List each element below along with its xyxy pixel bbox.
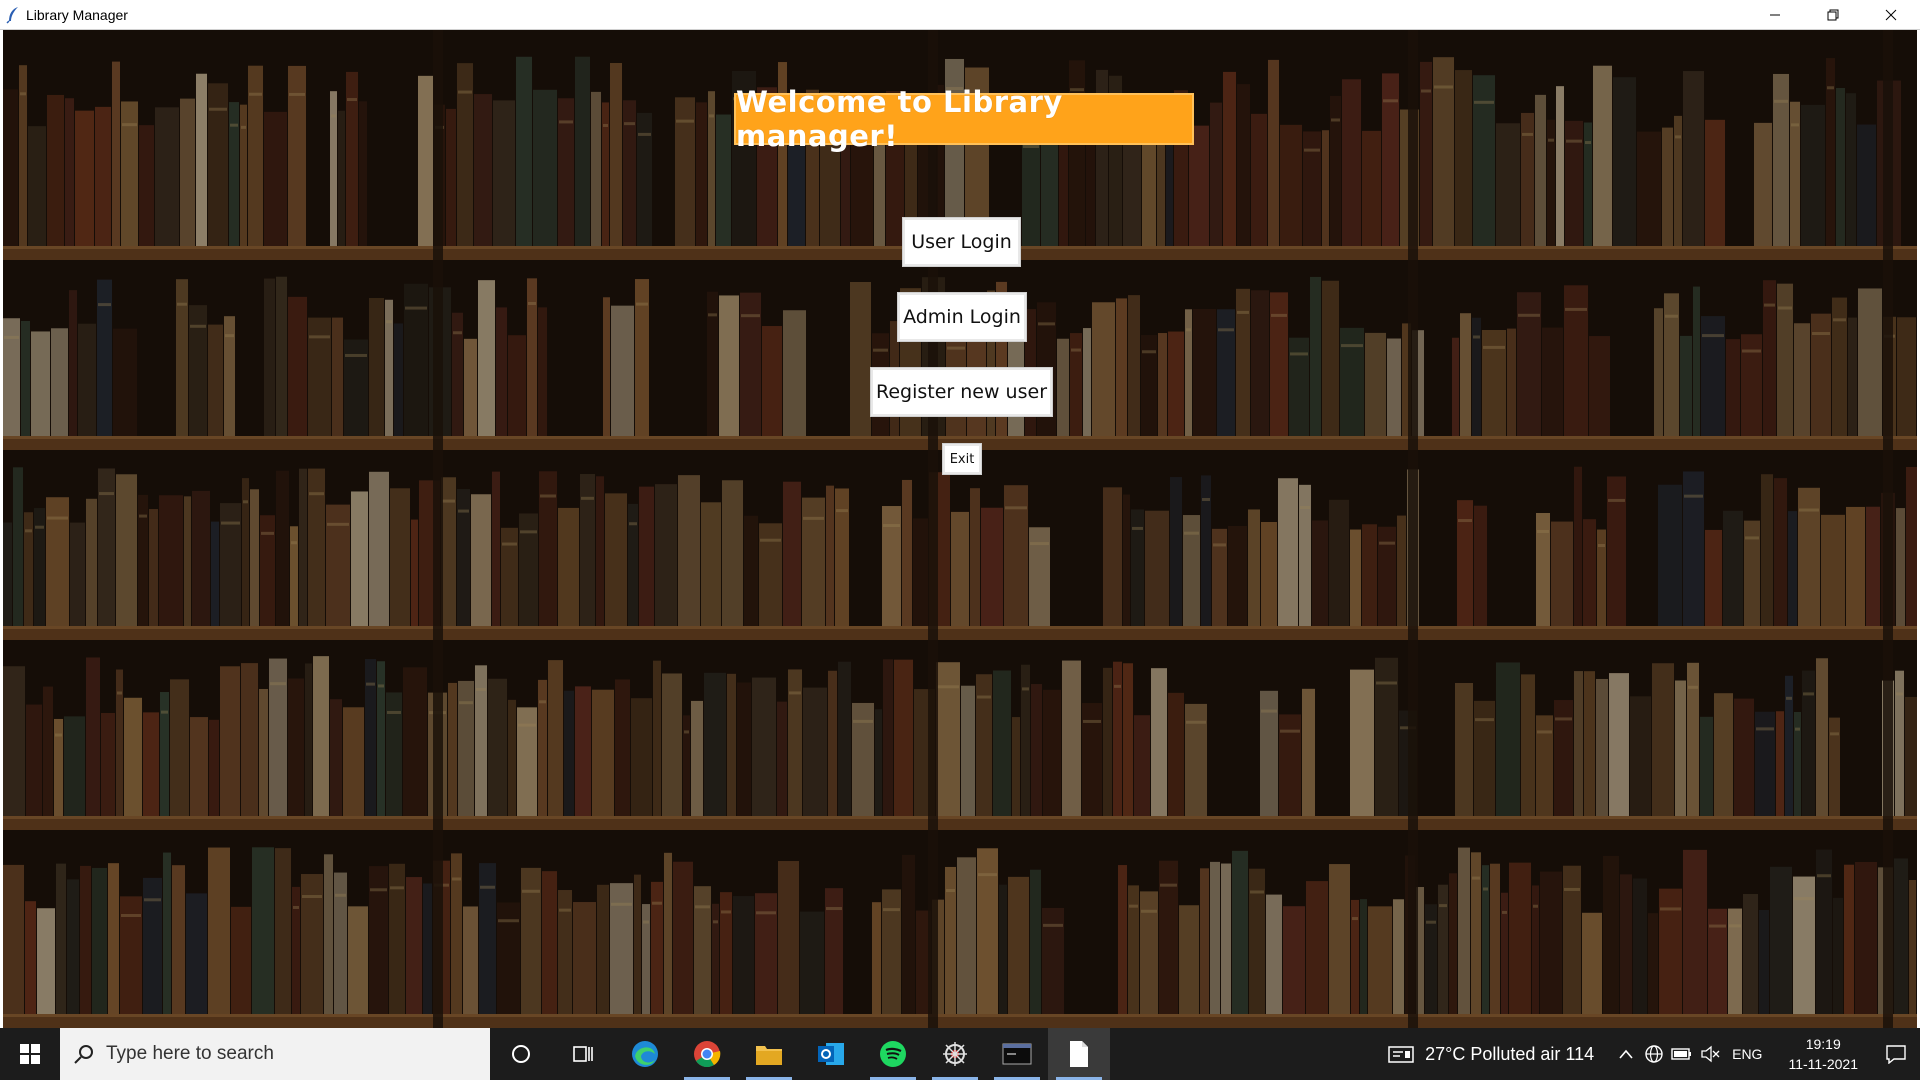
- task-view-icon: [573, 1046, 593, 1062]
- battery-icon[interactable]: [1668, 1028, 1696, 1080]
- restore-icon: [1827, 9, 1839, 21]
- welcome-banner: Welcome to Library manager!: [734, 85, 1194, 153]
- admin-login-button[interactable]: Admin Login: [898, 293, 1026, 341]
- restore-button[interactable]: [1804, 0, 1862, 30]
- taskbar: Type here to search 27°C Polluted air 11…: [0, 1028, 1920, 1080]
- close-button[interactable]: [1862, 0, 1920, 30]
- spotify-icon: [880, 1041, 906, 1067]
- search-icon: [74, 1045, 93, 1064]
- window-titlebar: Library Manager: [0, 0, 1920, 30]
- weather-icon[interactable]: [1387, 1028, 1415, 1080]
- windows-icon: [20, 1044, 40, 1064]
- clock-date: 11-11-2021: [1788, 1056, 1858, 1072]
- file-explorer-button[interactable]: [738, 1028, 800, 1080]
- globe-icon[interactable]: [1640, 1028, 1668, 1080]
- feather-icon: [0, 0, 26, 30]
- spotify-button[interactable]: [862, 1028, 924, 1080]
- chrome-button[interactable]: [676, 1028, 738, 1080]
- notification-button[interactable]: [1872, 1028, 1920, 1080]
- main-window: Welcome to Library manager! User Login A…: [0, 30, 1920, 1028]
- kali-tool-button[interactable]: [924, 1028, 986, 1080]
- spider-icon: [943, 1042, 967, 1066]
- minimize-icon: [1770, 14, 1780, 16]
- notification-icon: [1886, 1045, 1906, 1064]
- document-icon: [1070, 1041, 1088, 1067]
- register-user-button[interactable]: Register new user: [871, 368, 1052, 416]
- system-tray: 27°C Polluted air 114 ENG 19:19 11-11-20…: [1387, 1028, 1920, 1080]
- edge-icon: [632, 1041, 658, 1067]
- outlook-icon: [818, 1043, 844, 1065]
- weather-text[interactable]: 27°C Polluted air 114: [1425, 1044, 1594, 1065]
- mysql-console-button[interactable]: [986, 1028, 1048, 1080]
- taskbar-search[interactable]: Type here to search: [60, 1028, 490, 1080]
- notepad-button[interactable]: [1048, 1028, 1110, 1080]
- chevron-up-icon[interactable]: [1612, 1028, 1640, 1080]
- exit-button[interactable]: Exit: [943, 444, 981, 474]
- task-view-button[interactable]: [552, 1028, 614, 1080]
- edge-button[interactable]: [614, 1028, 676, 1080]
- minimize-button[interactable]: [1746, 0, 1804, 30]
- chrome-icon: [694, 1041, 721, 1068]
- clock[interactable]: 19:19 11-11-2021: [1788, 1034, 1858, 1074]
- start-button[interactable]: [0, 1028, 60, 1080]
- user-login-button[interactable]: User Login: [903, 218, 1020, 266]
- speaker-muted-icon[interactable]: [1696, 1028, 1724, 1080]
- cortana-icon: [512, 1045, 530, 1063]
- terminal-icon: [1002, 1043, 1032, 1065]
- cortana-button[interactable]: [490, 1028, 552, 1080]
- bookshelf-background: [3, 30, 1917, 1028]
- clock-time: 19:19: [1805, 1036, 1841, 1052]
- search-placeholder: Type here to search: [106, 1043, 274, 1064]
- close-icon: [1885, 9, 1897, 21]
- window-title: Library Manager: [26, 6, 128, 23]
- language-indicator[interactable]: ENG: [1732, 1046, 1762, 1062]
- folder-icon: [756, 1046, 782, 1065]
- outlook-button[interactable]: [800, 1028, 862, 1080]
